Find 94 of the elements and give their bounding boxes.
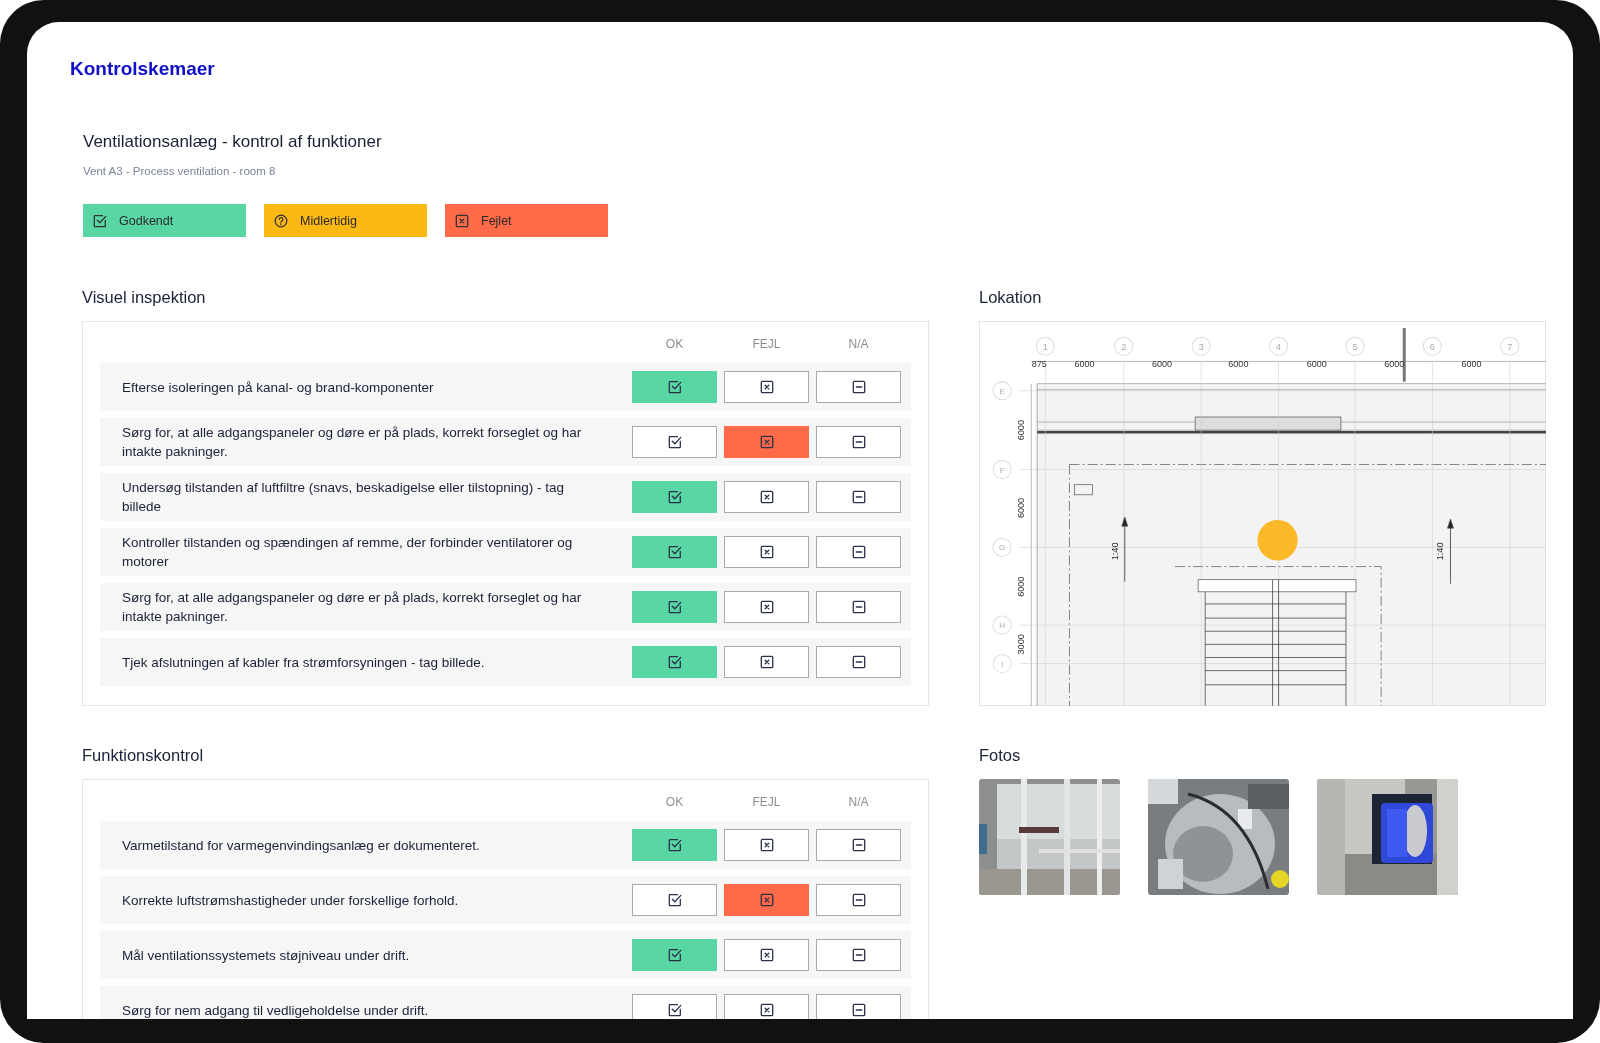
not-applicable-button[interactable] (816, 646, 901, 678)
dimension-label: 3000 (1016, 634, 1027, 655)
checklist-item-text: Varmetilstand for varmegenvindingsanlæg er dokumenteret. (122, 836, 481, 855)
not-applicable-button[interactable] (816, 481, 901, 513)
check-icon (667, 893, 682, 907)
minus-icon (851, 435, 866, 449)
section-title: Funktionskontrol (82, 746, 204, 766)
ok-button[interactable] (632, 994, 717, 1019)
dimension-label: 875 (1031, 359, 1047, 370)
cross-icon (759, 838, 774, 852)
minus-icon (851, 838, 866, 852)
minus-icon (851, 545, 866, 559)
checklist-item-text: Kontroller tilstanden og spændingen af remme, der forbinder ventilatorer og motorer (122, 534, 574, 571)
minus-icon (851, 655, 866, 669)
minus-icon (851, 1003, 866, 1017)
checklist-item-text: Sørg for nem adgang til vedligeholdelse under drift. (122, 1001, 430, 1019)
cross-icon (759, 435, 774, 449)
dimension-label: 6000 (1461, 359, 1482, 370)
dimension-label: 6000 (1016, 576, 1027, 597)
not-applicable-button[interactable] (816, 536, 901, 568)
cross-icon (759, 600, 774, 614)
checklist-item-text: Efterse isoleringen på kanal- og brand-komponenter (122, 378, 435, 397)
not-applicable-button[interactable] (816, 371, 901, 403)
check-icon (667, 655, 682, 669)
check-icon (667, 948, 682, 962)
checklist-item-text: Undersøg tilstanden af luftfiltre (snavs, beskadigelse eller tilstopning) - tag billede (122, 479, 565, 516)
dimension-label: 6000 (1306, 359, 1327, 370)
minus-icon (851, 490, 866, 504)
section-title: Fotos (979, 746, 1021, 766)
grid-marker: G (992, 537, 1012, 557)
status-label: Fejlet (481, 213, 512, 228)
status-label: Midlertidig (300, 213, 357, 228)
section-title: Visuel inspektion (82, 288, 206, 308)
app-logo[interactable]: Kontrolskemaer (70, 58, 215, 80)
grid-marker: 1 (1035, 336, 1055, 356)
check-icon (667, 1003, 682, 1017)
location-marker[interactable] (1257, 520, 1298, 561)
dimension-label: 6000 (1074, 359, 1095, 370)
column-header: FEJL (751, 795, 782, 809)
question-icon (274, 213, 288, 228)
cross-icon (759, 893, 774, 907)
check-icon (667, 545, 682, 559)
grid-marker: H (992, 615, 1012, 635)
dimension-label: 6000 (1016, 420, 1027, 441)
grid-marker: 3 (1191, 336, 1211, 356)
cross-icon (759, 655, 774, 669)
checklist-item-text: Mål ventilationssystemets støjniveau under drift. (122, 946, 411, 965)
cross-icon (759, 545, 774, 559)
check-icon (667, 380, 682, 394)
check-icon (667, 838, 682, 852)
section-title: Lokation (979, 288, 1042, 308)
scale-label: 1:40 (1109, 542, 1120, 561)
column-header: FEJL (751, 337, 782, 351)
dimension-label: 6000 (1016, 497, 1027, 519)
cross-icon (759, 1003, 774, 1017)
check-icon (667, 490, 682, 504)
checklist-item-text: Sørg for, at alle adgangspaneler og døre er på plads, korrekt forseglet og har intakte pakninger. (122, 589, 583, 626)
form-title: Ventilationsanlæg - kontrol af funktioner (83, 132, 382, 152)
minus-icon (851, 380, 866, 394)
cross-icon (759, 380, 774, 394)
not-applicable-button[interactable] (816, 426, 901, 458)
grid-marker: 6 (1422, 336, 1442, 356)
check-icon (667, 600, 682, 614)
column-header: OK (664, 795, 685, 809)
check-icon (667, 435, 682, 449)
grid-marker: 7 (1500, 336, 1520, 356)
not-applicable-button[interactable] (816, 884, 901, 916)
dimension-label: 6000 (1228, 359, 1249, 370)
grid-marker: 4 (1269, 336, 1289, 356)
dimension-label: 6000 (1151, 359, 1173, 370)
minus-icon (851, 893, 866, 907)
checklist-item-text: Tjek afslutningen af kabler fra strømforsyningen - tag billede. (122, 653, 486, 672)
grid-marker: 2 (1114, 336, 1134, 356)
not-applicable-button[interactable] (816, 591, 901, 623)
form-subtitle: Vent A3 - Process ventilation - room 8 (83, 165, 276, 177)
fail-button[interactable] (724, 994, 809, 1019)
column-header: OK (664, 337, 685, 351)
column-header: N/A (847, 337, 870, 351)
checklist-item-text: Sørg for, at alle adgangspaneler og døre er på plads, korrekt forseglet og har intakte pakninger. (122, 424, 583, 461)
cross-icon (759, 490, 774, 504)
not-applicable-button[interactable] (816, 939, 901, 971)
not-applicable-button[interactable] (816, 829, 901, 861)
scale-label: 1:40 (1435, 542, 1446, 561)
status-label: Godkendt (119, 213, 174, 228)
cross-icon (759, 948, 774, 962)
grid-marker: 5 (1345, 336, 1365, 356)
minus-icon (851, 600, 866, 614)
check-icon (93, 213, 107, 228)
grid-marker: E (992, 381, 1012, 401)
minus-icon (851, 948, 866, 962)
checklist-item-text: Korrekte luftstrømshastigheder under forskellige forhold. (122, 891, 460, 910)
cross-icon (455, 213, 469, 228)
column-header: N/A (847, 795, 870, 809)
not-applicable-button[interactable] (816, 994, 901, 1019)
